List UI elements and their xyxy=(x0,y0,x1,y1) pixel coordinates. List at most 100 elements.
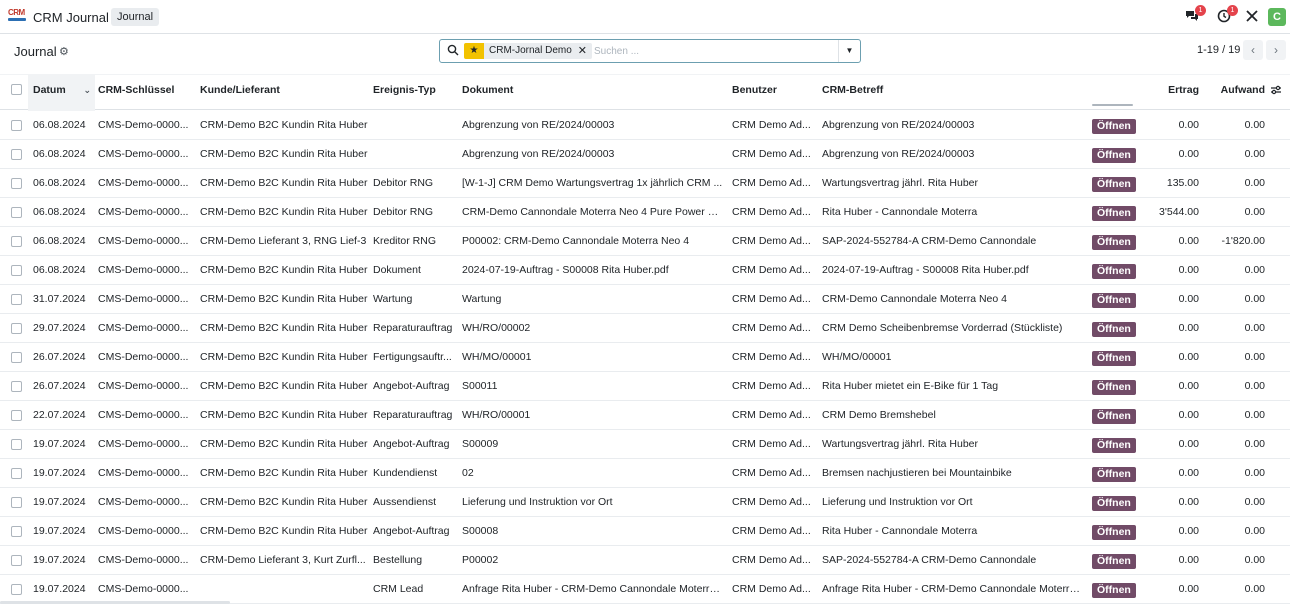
open-button[interactable]: Öffnen xyxy=(1092,148,1136,163)
app-title[interactable]: CRM Journal xyxy=(33,10,109,25)
cell-document: P00002 xyxy=(462,554,499,566)
table-row[interactable]: 31.07.2024 CMS-Demo-0000... CRM-Demo B2C K… xyxy=(0,285,1290,314)
open-button[interactable]: Öffnen xyxy=(1092,351,1136,366)
row-checkbox[interactable] xyxy=(11,410,22,421)
row-checkbox[interactable] xyxy=(11,526,22,537)
open-button[interactable]: Öffnen xyxy=(1092,322,1136,337)
logo-underline xyxy=(8,18,26,21)
search-icon[interactable] xyxy=(447,44,459,56)
chevron-down-icon[interactable]: ▼ xyxy=(838,40,860,62)
table-row[interactable]: 06.08.2024 CMS-Demo-0000... CRM-Demo B2C K… xyxy=(0,111,1290,140)
table-row[interactable]: 29.07.2024 CMS-Demo-0000... CRM-Demo B2C K… xyxy=(0,314,1290,343)
row-checkbox[interactable] xyxy=(11,381,22,392)
table-row[interactable]: 19.07.2024 CMS-Demo-0000... CRM-Demo B2C K… xyxy=(0,488,1290,517)
table-row[interactable]: 26.07.2024 CMS-Demo-0000... CRM-Demo B2C K… xyxy=(0,343,1290,372)
column-event-type[interactable]: Ereignis-Typ xyxy=(373,75,436,111)
close-icon[interactable]: ✕ xyxy=(577,43,593,59)
open-button[interactable]: Öffnen xyxy=(1092,409,1136,424)
open-button[interactable]: Öffnen xyxy=(1092,380,1136,395)
table-row[interactable]: 06.08.2024 CMS-Demo-0000... CRM-Demo B2C K… xyxy=(0,198,1290,227)
row-checkbox[interactable] xyxy=(11,149,22,160)
cell-user: CRM Demo Ad... xyxy=(732,206,811,218)
column-subject[interactable]: CRM-Betreff xyxy=(822,75,883,111)
table-row[interactable]: 19.07.2024 CMS-Demo-0000... CRM-Demo Liefe… xyxy=(0,546,1290,575)
cell-income: 0.00 xyxy=(1178,322,1199,334)
menu-journal[interactable]: Journal xyxy=(111,8,160,26)
cell-expense: 0.00 xyxy=(1244,496,1265,508)
activity-icon[interactable]: 1 xyxy=(1216,5,1238,25)
table-row[interactable]: 19.07.2024 CMS-Demo-0000... CRM Lead Anfrag… xyxy=(0,575,1290,604)
row-checkbox[interactable] xyxy=(11,178,22,189)
cell-user: CRM Demo Ad... xyxy=(732,235,811,247)
cell-event: Wartung xyxy=(373,293,413,305)
row-checkbox[interactable] xyxy=(11,584,22,595)
open-button[interactable]: Öffnen xyxy=(1092,554,1136,569)
row-checkbox[interactable] xyxy=(11,352,22,363)
open-button[interactable]: Öffnen xyxy=(1092,438,1136,453)
row-checkbox[interactable] xyxy=(11,439,22,450)
row-checkbox[interactable] xyxy=(11,236,22,247)
table-row[interactable]: 06.08.2024 CMS-Demo-0000... CRM-Demo Liefe… xyxy=(0,227,1290,256)
cell-subject: Abgrenzung von RE/2024/00003 xyxy=(822,148,975,160)
column-income[interactable]: Ertrag xyxy=(1150,75,1199,111)
column-crm-key[interactable]: CRM-Schlüssel xyxy=(98,75,174,111)
row-checkbox[interactable] xyxy=(11,265,22,276)
row-checkbox[interactable] xyxy=(11,207,22,218)
row-checkbox[interactable] xyxy=(11,555,22,566)
row-checkbox[interactable] xyxy=(11,323,22,334)
column-user[interactable]: Benutzer xyxy=(732,75,777,111)
column-partner[interactable]: Kunde/Lieferant xyxy=(200,75,280,111)
row-checkbox[interactable] xyxy=(11,497,22,508)
chat-icon[interactable]: 1 xyxy=(1184,5,1206,25)
cell-key: CMS-Demo-0000... xyxy=(98,293,189,305)
row-checkbox[interactable] xyxy=(11,468,22,479)
pager-next-button[interactable]: › xyxy=(1266,40,1286,60)
optional-columns-icon[interactable] xyxy=(1270,84,1282,96)
pager-value[interactable]: 1-19 / 19 xyxy=(1197,44,1240,56)
open-button[interactable]: Öffnen xyxy=(1092,206,1136,221)
cell-event: Angebot-Auftrag xyxy=(373,380,450,392)
user-avatar[interactable]: C xyxy=(1268,8,1286,26)
cell-expense: 0.00 xyxy=(1244,438,1265,450)
table-row[interactable]: 19.07.2024 CMS-Demo-0000... CRM-Demo B2C K… xyxy=(0,430,1290,459)
row-checkbox[interactable] xyxy=(11,120,22,131)
open-button[interactable]: Öffnen xyxy=(1092,235,1136,250)
open-button[interactable]: Öffnen xyxy=(1092,119,1136,134)
table-row[interactable]: 06.08.2024 CMS-Demo-0000... CRM-Demo B2C K… xyxy=(0,140,1290,169)
row-checkbox[interactable] xyxy=(11,294,22,305)
gear-icon[interactable]: ⚙ xyxy=(59,45,69,58)
horizontal-scrollbar[interactable] xyxy=(0,601,230,604)
cell-user: CRM Demo Ad... xyxy=(732,380,811,392)
search-input[interactable] xyxy=(594,43,834,59)
pager-previous-button[interactable]: ‹ xyxy=(1243,40,1263,60)
crm-logo-icon[interactable]: CRM xyxy=(8,9,28,25)
open-button[interactable]: Öffnen xyxy=(1092,525,1136,540)
open-button[interactable]: Öffnen xyxy=(1092,177,1136,192)
column-document[interactable]: Dokument xyxy=(462,75,513,111)
table-row[interactable]: 06.08.2024 CMS-Demo-0000... CRM-Demo B2C K… xyxy=(0,169,1290,198)
table-row[interactable]: 06.08.2024 CMS-Demo-0000... CRM-Demo B2C K… xyxy=(0,256,1290,285)
cell-subject: CRM Demo Scheibenbremse Vorderrad (Stück… xyxy=(822,322,1063,334)
open-button[interactable]: Öffnen xyxy=(1092,583,1136,598)
select-all-checkbox[interactable] xyxy=(11,84,22,95)
table-row[interactable]: 26.07.2024 CMS-Demo-0000... CRM-Demo B2C K… xyxy=(0,372,1290,401)
table-row[interactable]: 22.07.2024 CMS-Demo-0000... CRM-Demo B2C K… xyxy=(0,401,1290,430)
column-datum[interactable]: Datum ⌄ xyxy=(28,75,95,111)
cell-subject: Wartungsvertrag jährl. Rita Huber xyxy=(822,177,979,189)
cell-key: CMS-Demo-0000... xyxy=(98,467,189,479)
column-expense[interactable]: Aufwand xyxy=(1210,75,1265,111)
open-button[interactable]: Öffnen xyxy=(1092,496,1136,511)
cell-partner: CRM-Demo Lieferant 3, RNG Lief-3 xyxy=(200,235,367,247)
open-button[interactable]: Öffnen xyxy=(1092,293,1136,308)
table-header: Datum ⌄ CRM-Schlüssel Kunde/Lieferant Er… xyxy=(0,74,1290,111)
table-row[interactable]: 19.07.2024 CMS-Demo-0000... CRM-Demo B2C K… xyxy=(0,517,1290,546)
open-button[interactable]: Öffnen xyxy=(1092,467,1136,482)
cell-event: Bestellung xyxy=(373,554,423,566)
cell-key: CMS-Demo-0000... xyxy=(98,496,189,508)
cell-income: 0.00 xyxy=(1178,583,1199,595)
open-button[interactable]: Öffnen xyxy=(1092,264,1136,279)
top-navbar: CRM CRM Journal Journal 1 1 C xyxy=(0,0,1290,34)
cell-partner: CRM-Demo B2C Kundin Rita Huber xyxy=(200,525,368,537)
table-row[interactable]: 19.07.2024 CMS-Demo-0000... CRM-Demo B2C K… xyxy=(0,459,1290,488)
tools-icon[interactable] xyxy=(1244,9,1260,25)
